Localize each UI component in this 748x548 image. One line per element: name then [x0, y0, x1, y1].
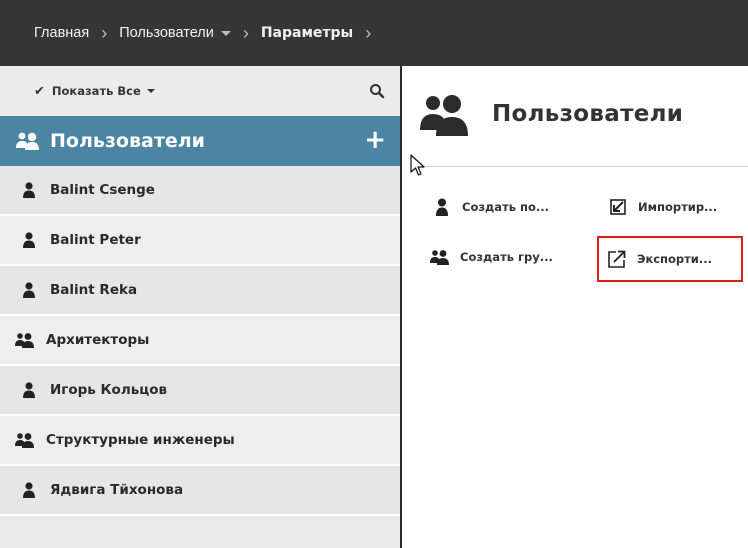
list-item-label: Balint Peter [50, 232, 141, 248]
filter-bar: ✔ Показать Все [0, 66, 400, 116]
list-item-label: Balint Csenge [50, 182, 155, 198]
list-item[interactable]: Balint Reka [0, 266, 400, 316]
page-title: Пользователи [418, 92, 683, 136]
breadcrumb-separator-icon: › [101, 23, 108, 43]
filter-dropdown[interactable]: Показать Все [52, 84, 141, 98]
create-user-label: Создать по... [462, 200, 549, 214]
user-icon [430, 197, 454, 217]
list-item[interactable]: Ядвига Тйхонова [0, 466, 400, 516]
group-icon [428, 247, 452, 267]
list-item[interactable]: Balint Csenge [0, 166, 400, 216]
list-item[interactable]: Игорь Кольцов [0, 366, 400, 416]
create-user-button[interactable]: Создать по... [430, 192, 549, 222]
sidebar-title: Пользователи [50, 130, 205, 152]
list-item-label: Ядвига Тйхонова [50, 482, 184, 498]
group-icon [16, 132, 39, 150]
check-icon: ✔ [34, 83, 45, 99]
list-item-label: Структурные инженеры [46, 432, 235, 448]
user-icon [22, 281, 44, 299]
export-button[interactable]: Экспорти... [597, 236, 743, 282]
user-icon [22, 481, 44, 499]
list-item-label: Архитекторы [46, 332, 150, 348]
user-list: Balint Csenge Balint Peter Balint Reka А… [0, 166, 400, 516]
list-item-label: Balint Reka [50, 282, 138, 298]
search-icon[interactable] [368, 82, 386, 100]
chevron-down-icon[interactable] [146, 89, 155, 93]
plus-icon[interactable]: + [364, 127, 386, 153]
import-button[interactable]: Импортир... [606, 192, 717, 222]
user-icon [22, 181, 44, 199]
mouse-cursor-icon [410, 154, 425, 176]
group-icon [14, 431, 40, 449]
breadcrumb-separator-icon: › [242, 23, 249, 43]
import-icon [606, 197, 630, 217]
sidebar-header: Пользователи + [0, 116, 400, 166]
breadcrumb-home[interactable]: Главная [34, 25, 89, 41]
group-icon [420, 95, 468, 136]
import-label: Импортир... [638, 200, 718, 214]
breadcrumb-users[interactable]: Пользователи [119, 25, 214, 41]
breadcrumb: Главная › Пользователи › Параметры › [0, 0, 748, 66]
export-icon [605, 249, 629, 269]
user-icon [22, 381, 44, 399]
create-group-button[interactable]: Создать гру... [428, 242, 553, 272]
list-item[interactable]: Структурные инженеры [0, 416, 400, 466]
list-item[interactable]: Архитекторы [0, 316, 400, 366]
breadcrumb-parameters[interactable]: Параметры [261, 25, 353, 41]
breadcrumb-separator-icon: › [365, 23, 372, 43]
divider [416, 166, 748, 167]
group-icon [14, 331, 40, 349]
list-item-label: Игорь Кольцов [50, 382, 168, 398]
create-group-label: Создать гру... [460, 250, 553, 264]
export-label: Экспорти... [637, 252, 712, 266]
sidebar: ✔ Показать Все Пользователи + Balint Cse… [0, 66, 400, 548]
main-panel: Пользователи Создать по... Импортир... С… [402, 66, 748, 548]
page-title-text: Пользователи [492, 101, 684, 127]
user-icon [22, 231, 44, 249]
chevron-down-icon[interactable] [220, 30, 231, 36]
list-item[interactable]: Balint Peter [0, 216, 400, 266]
